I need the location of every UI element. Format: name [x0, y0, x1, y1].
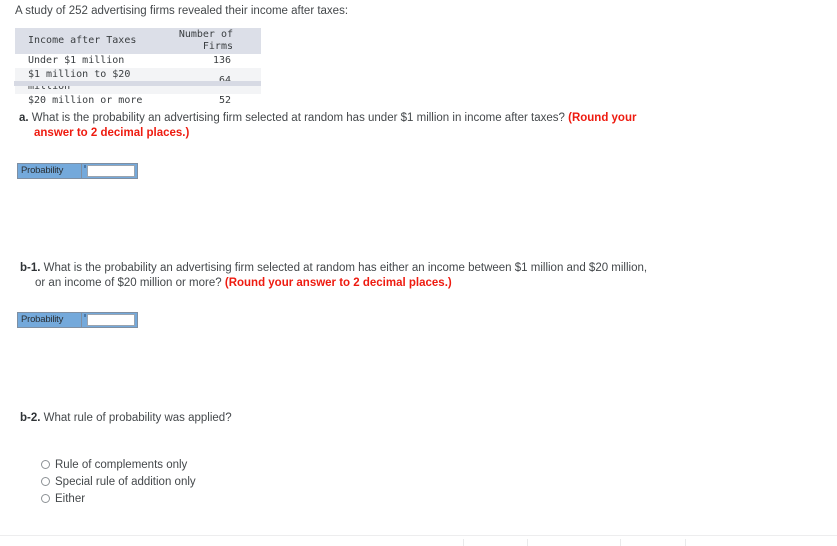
question-a-text: What is the probability an advertising f…	[31, 112, 565, 124]
radio-label: Either	[55, 492, 86, 505]
cell-income-label: $20 million or more	[28, 95, 143, 106]
column-header-firms: Number of Firms	[178, 29, 233, 52]
radio-circle-icon[interactable]	[41, 494, 50, 503]
radio-label: Special rule of addition only	[55, 475, 196, 488]
question-b2: b-2. What rule of probability was applie…	[20, 411, 620, 426]
question-b2-marker: b-2.	[20, 412, 41, 424]
cell-firms-value: 52	[218, 95, 231, 106]
probability-input-cell-b1[interactable]	[82, 312, 138, 328]
table-row: $20 million or more 52	[15, 94, 261, 108]
probability-label-b1: Probability	[17, 312, 82, 328]
income-distribution-table: Income after Taxes Number of Firms Under…	[15, 28, 261, 108]
cell-income-label: Under $1 million	[28, 55, 125, 66]
cursor-tick-icon	[84, 165, 86, 168]
radio-option-special-rule-of-addition[interactable]: Special rule of addition only	[41, 473, 196, 490]
question-a: a. What is the probability an advertisin…	[19, 111, 664, 140]
radio-label: Rule of complements only	[55, 458, 188, 471]
probability-answer-a[interactable]: Probability	[17, 163, 138, 179]
cell-firms-value: 136	[212, 55, 231, 66]
question-b1: b-1. What is the probability an advertis…	[20, 261, 655, 290]
cursor-tick-icon	[84, 314, 86, 317]
radio-option-either[interactable]: Either	[41, 490, 196, 507]
radio-option-rule-of-complements[interactable]: Rule of complements only	[41, 456, 196, 473]
intro-text: A study of 252 advertising firms reveale…	[15, 5, 349, 17]
probability-answer-b1[interactable]: Probability	[17, 312, 138, 328]
probability-input-cell-a[interactable]	[82, 163, 138, 179]
radio-circle-icon[interactable]	[41, 460, 50, 469]
table-row: Under $1 million 136	[15, 54, 261, 68]
rule-of-probability-options: Rule of complements only Special rule of…	[41, 456, 196, 507]
table-footer-bar	[14, 81, 261, 86]
question-a-marker: a.	[19, 112, 29, 124]
question-b1-hint: (Round your answer to 2 decimal places.)	[224, 276, 452, 289]
probability-input-a[interactable]	[87, 165, 135, 177]
bottom-toolbar	[0, 535, 837, 546]
radio-circle-icon[interactable]	[41, 477, 50, 486]
column-header-income: Income after Taxes	[28, 35, 137, 46]
table-header-row: Income after Taxes Number of Firms	[15, 28, 261, 54]
probability-label-a: Probability	[17, 163, 82, 179]
question-b1-marker: b-1.	[20, 262, 41, 274]
question-b2-text: What rule of probability was applied?	[43, 412, 232, 424]
probability-input-b1[interactable]	[87, 314, 135, 326]
